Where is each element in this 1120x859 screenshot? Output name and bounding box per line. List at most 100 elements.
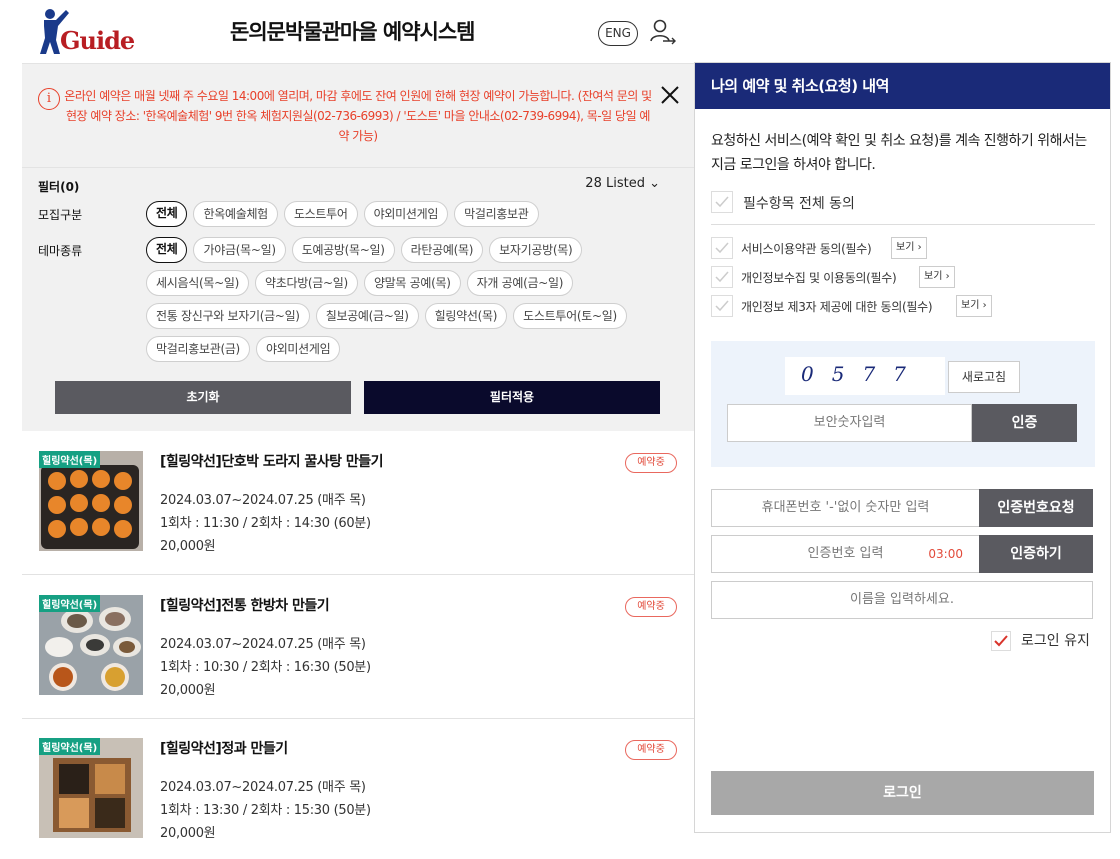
login-button[interactable]: 로그인 xyxy=(711,771,1094,815)
header: Guide 돈의문박물관마을 예약시스템 ENG xyxy=(0,0,694,63)
check-icon xyxy=(715,300,729,312)
category-badge: 힐링약선(목) xyxy=(39,738,101,755)
verify-code-button[interactable]: 인증하기 xyxy=(979,535,1093,573)
chevron-down-icon: ⌄ xyxy=(649,176,660,191)
chevron-right-icon: › xyxy=(917,242,922,253)
status-badge: 예약중 xyxy=(625,453,677,473)
captcha-section: 0577 새로고침 보안숫자입력 인증 xyxy=(711,341,1095,467)
recruit-chip[interactable]: 도스트투어 xyxy=(283,201,358,227)
theme-chip[interactable]: 세시음식(목~일) xyxy=(146,270,249,296)
captcha-image: 0577 xyxy=(785,357,945,395)
program-item[interactable]: 힐링약선(목) [힐링약선]전통 한방차 만들기 예약중 2024.03.07~… xyxy=(22,575,694,719)
site-title: 돈의문박물관마을 예약시스템 xyxy=(230,20,475,44)
program-thumbnail[interactable]: 힐링약선(목) xyxy=(39,595,143,695)
logo-text: Guide xyxy=(60,26,135,55)
reset-button[interactable]: 초기화 xyxy=(55,381,351,414)
language-button[interactable]: ENG xyxy=(598,21,638,46)
request-code-button[interactable]: 인증번호요청 xyxy=(979,489,1093,527)
chevron-right-icon: › xyxy=(982,300,987,311)
theme-chip[interactable]: 가야금(목~일) xyxy=(193,237,286,263)
agree-privacy-checkbox[interactable] xyxy=(711,266,733,288)
check-icon xyxy=(715,242,729,254)
agree-thirdparty-label: 개인정보 제3자 제공에 대한 동의(필수) xyxy=(741,300,933,314)
theme-chip[interactable]: 라탄공예(목) xyxy=(400,237,484,263)
agree-all-checkbox[interactable] xyxy=(711,191,733,213)
program-thumbnail[interactable]: 힐링약선(목) xyxy=(39,738,143,838)
view-button-label: 보기 xyxy=(896,242,915,253)
theme-chip[interactable]: 도예공방(목~일) xyxy=(291,237,395,263)
agree-terms-label: 서비스이용약관 동의(필수) xyxy=(741,242,872,256)
theme-chip[interactable]: 양말목 공예(목) xyxy=(363,270,461,296)
agree-terms-checkbox[interactable] xyxy=(711,237,733,259)
captcha-input[interactable]: 보안숫자입력 xyxy=(727,404,972,442)
theme-chip[interactable]: 약초다방(금~일) xyxy=(254,270,358,296)
filter-panel: 필터(0) 28 Listed ⌄ 모집구분 전체 한옥예술체험 도스트투어 야… xyxy=(22,167,694,431)
agree-privacy-label: 개인정보수집 및 이용동의(필수) xyxy=(741,271,897,285)
countdown-timer: 03:00 xyxy=(928,547,963,561)
theme-chip[interactable]: 도스트투어(토~일) xyxy=(513,303,627,329)
recruit-chip[interactable]: 야외미션게임 xyxy=(363,201,449,227)
info-icon: i xyxy=(38,88,60,110)
category-badge: 힐링약선(목) xyxy=(39,451,101,468)
divider xyxy=(711,224,1095,225)
phone-input[interactable]: 휴대폰번호 '-'없이 숫자만 입력 xyxy=(711,489,980,527)
program-title[interactable]: [힐링약선]전통 한방차 만들기 xyxy=(160,595,330,615)
program-price: 20,000원 xyxy=(160,683,216,698)
notice-text: 온라인 예약은 매월 넷째 주 수요일 14:00에 열리며, 마감 후에도 잔… xyxy=(64,89,652,143)
panel-title: 나의 예약 및 취소(요청) 내역 xyxy=(695,63,1110,109)
listed-count-label: 28 Listed xyxy=(585,176,645,191)
keep-login-checkbox[interactable] xyxy=(991,631,1011,651)
view-terms-button[interactable]: 보기 › xyxy=(891,237,927,259)
agree-all-label: 필수항목 전체 동의 xyxy=(743,196,855,212)
theme-chips: 전체 가야금(목~일) 도예공방(목~일) 라탄공예(목) 보자기공방(목) 세… xyxy=(146,237,646,362)
theme-chip[interactable]: 전통 장신구와 보자기(금~일) xyxy=(146,303,310,329)
keep-login-label: 로그인 유지 xyxy=(1021,633,1090,649)
theme-chip[interactable]: 전체 xyxy=(146,237,188,263)
program-period: 2024.03.07~2024.07.25 (매주 목) xyxy=(160,637,366,652)
recruit-chip[interactable]: 한옥예술체험 xyxy=(193,201,278,227)
program-title[interactable]: [힐링약선]단호박 도라지 꿀사탕 만들기 xyxy=(160,451,384,471)
filter-count: 필터(0) xyxy=(38,180,80,194)
apply-filter-button[interactable]: 필터적용 xyxy=(364,381,660,414)
recruit-chip[interactable]: 막걸리홍보관 xyxy=(454,201,539,227)
program-title[interactable]: [힐링약선]정과 만들기 xyxy=(160,738,288,758)
captcha-verify-button[interactable]: 인증 xyxy=(972,404,1077,442)
theme-chip[interactable]: 자개 공예(금~일) xyxy=(466,270,574,296)
status-badge: 예약중 xyxy=(625,740,677,760)
notice-banner: i 온라인 예약은 매월 넷째 주 수요일 14:00에 열리며, 마감 후에도… xyxy=(22,63,694,167)
check-icon xyxy=(715,196,729,208)
program-price: 20,000원 xyxy=(160,539,216,554)
recruit-chips: 전체 한옥예술체험 도스트투어 야외미션게임 막걸리홍보관 xyxy=(146,201,646,227)
theme-chip[interactable]: 힐링약선(목) xyxy=(424,303,508,329)
program-sessions: 1회차 : 13:30 / 2회차 : 15:30 (50분) xyxy=(160,803,371,818)
program-item[interactable]: 힐링약선(목) [힐링약선]정과 만들기 예약중 2024.03.07~2024… xyxy=(22,718,694,859)
code-input[interactable]: 인증번호 입력 03:00 xyxy=(711,535,980,573)
theme-chip[interactable]: 막걸리홍보관(금) xyxy=(146,336,250,362)
captcha-refresh-button[interactable]: 새로고침 xyxy=(948,361,1020,393)
view-thirdparty-button[interactable]: 보기 › xyxy=(956,295,992,317)
guide-logo[interactable]: Guide xyxy=(38,6,138,56)
theme-chip[interactable]: 보자기공방(목) xyxy=(489,237,583,263)
login-message: 요청하신 서비스(예약 확인 및 취소 요청)를 계속 진행하기 위해서는 지금… xyxy=(711,133,1087,173)
program-price: 20,000원 xyxy=(160,826,216,841)
view-privacy-button[interactable]: 보기 › xyxy=(919,266,955,288)
close-icon[interactable] xyxy=(659,84,681,106)
check-icon xyxy=(994,635,1008,647)
category-badge: 힐링약선(목) xyxy=(39,595,101,612)
login-user-icon[interactable] xyxy=(648,17,676,51)
program-item[interactable]: 힐링약선(목) [힐링약선]단호박 도라지 꿀사탕 만들기 예약중 2024.0… xyxy=(22,431,694,575)
recruit-chip[interactable]: 전체 xyxy=(146,201,188,227)
theme-chip[interactable]: 칠보공예(금~일) xyxy=(315,303,419,329)
program-sessions: 1회차 : 11:30 / 2회차 : 14:30 (60분) xyxy=(160,516,371,531)
program-thumbnail[interactable]: 힐링약선(목) xyxy=(39,451,143,551)
program-period: 2024.03.07~2024.07.25 (매주 목) xyxy=(160,493,366,508)
listed-count-dropdown[interactable]: 28 Listed ⌄ xyxy=(585,176,660,191)
login-panel: 나의 예약 및 취소(요청) 내역 요청하신 서비스(예약 확인 및 취소 요청… xyxy=(694,62,1111,833)
view-button-label: 보기 xyxy=(961,300,980,311)
view-button-label: 보기 xyxy=(924,271,943,282)
agree-thirdparty-checkbox[interactable] xyxy=(711,295,733,317)
status-badge: 예약중 xyxy=(625,597,677,617)
name-input[interactable]: 이름을 입력하세요. xyxy=(711,581,1093,619)
theme-chip[interactable]: 야외미션게임 xyxy=(255,336,341,362)
program-sessions: 1회차 : 10:30 / 2회차 : 16:30 (50분) xyxy=(160,660,371,675)
